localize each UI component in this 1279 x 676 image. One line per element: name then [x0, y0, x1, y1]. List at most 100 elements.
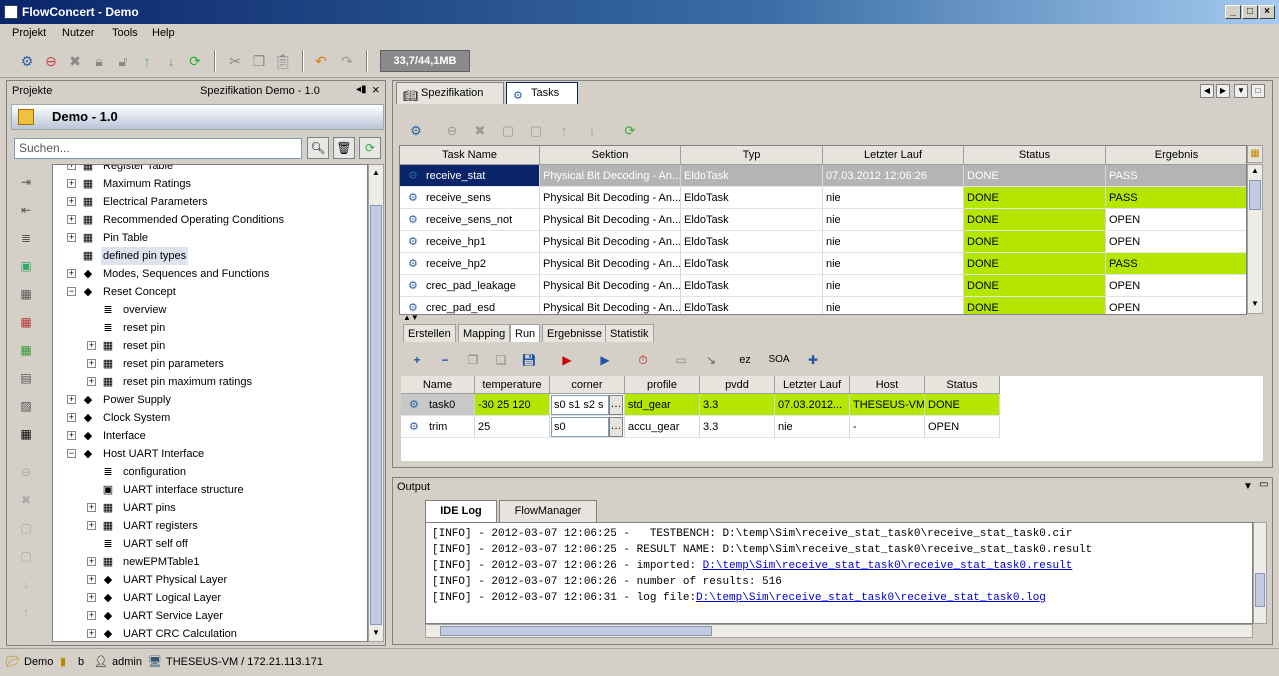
scroll-up-icon[interactable]: ▲	[370, 166, 382, 180]
run-selected-icon[interactable]: ▶	[595, 350, 615, 370]
tree-item[interactable]: ▣ UART interface structure	[53, 481, 367, 499]
close-panel-icon[interactable]: ×	[372, 82, 380, 97]
copy-icon[interactable]: ❐	[463, 350, 483, 370]
paste-icon[interactable]: ❏	[491, 350, 511, 370]
move-down-icon[interactable]: ↓	[162, 52, 180, 70]
tree-item[interactable]: + ▦ Register Table	[53, 165, 367, 175]
menu-tools[interactable]: Tools	[112, 27, 138, 39]
tree-item[interactable]: + ◆ UART Physical Layer	[53, 571, 367, 589]
column-header[interactable]: Name	[401, 376, 475, 394]
expand-icon[interactable]: +	[87, 359, 96, 368]
column-header[interactable]: corner	[550, 376, 625, 394]
export-icon[interactable]: ↘	[701, 350, 721, 370]
corner-input[interactable]: s0 s1 s2 s	[551, 395, 609, 415]
expand-icon[interactable]: +	[87, 611, 96, 620]
expand-icon[interactable]: −	[67, 287, 76, 296]
unlock-icon[interactable]: 🔓︎	[114, 52, 132, 70]
menu-projekt[interactable]: Projekt	[12, 27, 46, 39]
maximize-button[interactable]: □	[1242, 5, 1258, 19]
minimize-panel-icon[interactable]: ▭	[1259, 479, 1268, 490]
lock-icon[interactable]: ▢	[17, 519, 35, 537]
undo-icon[interactable]: ↶	[312, 52, 330, 70]
move-down-icon[interactable]: ↓	[17, 575, 35, 593]
soa-button[interactable]: SOA	[765, 350, 793, 370]
memory-indicator[interactable]: 33,7/44,1MB	[380, 50, 470, 72]
new-task-icon[interactable]: ⚙	[407, 122, 425, 140]
redo-icon[interactable]: ↷	[338, 52, 356, 70]
remove-icon[interactable]: −	[435, 350, 455, 370]
scroll-thumb[interactable]	[440, 626, 712, 636]
expand-icon[interactable]: +	[67, 197, 76, 206]
table-row[interactable]: receive_sens ⚙ Physical Bit Decoding - An.…	[400, 187, 1246, 209]
table-add-icon[interactable]: ▦	[17, 285, 35, 303]
delete-icon[interactable]: ✖	[66, 52, 84, 70]
tree-item[interactable]: + ▦ reset pin	[53, 337, 367, 355]
tree-item[interactable]: + ◆ Power Supply	[53, 391, 367, 409]
delete-icon[interactable]: ✖	[17, 491, 35, 509]
unlock-icon[interactable]: ▢	[527, 122, 545, 140]
tree-item[interactable]: + ▦ UART registers	[53, 517, 367, 535]
column-header[interactable]: Host	[850, 376, 925, 394]
expand-icon[interactable]: +	[67, 233, 76, 242]
column-header[interactable]: Status	[964, 146, 1106, 165]
expand-icon[interactable]: +	[87, 575, 96, 584]
run-cell-corner[interactable]: s0…	[550, 416, 625, 438]
search-input[interactable]: Suchen...	[14, 138, 302, 159]
subtab-run[interactable]: Run	[510, 324, 541, 342]
paste-icon[interactable]: 📋︎	[274, 52, 292, 70]
log-link[interactable]: D:\temp\Sim\receive_stat_task0\receive_s…	[696, 592, 1046, 604]
column-header[interactable]: pvdd	[700, 376, 775, 394]
table-row[interactable]: receive_hp1 ⚙ Physical Bit Decoding - An..…	[400, 231, 1246, 253]
refresh-icon[interactable]: ⟳	[359, 137, 381, 159]
log-horizontal-scrollbar[interactable]	[425, 624, 1253, 638]
tree-item[interactable]: + ◆ UART Service Layer	[53, 607, 367, 625]
tree-item[interactable]: + ▦ Electrical Parameters	[53, 193, 367, 211]
tree-item[interactable]: + ◆ Interface	[53, 427, 367, 445]
tree-item[interactable]: − ◆ Host UART Interface	[53, 445, 367, 463]
tasks-scrollbar[interactable]: ▲ ▼	[1247, 164, 1263, 314]
expand-icon[interactable]: +	[87, 503, 96, 512]
tree-item[interactable]: + ◆ Modes, Sequences and Functions	[53, 265, 367, 283]
corner-browse-button[interactable]: …	[609, 417, 623, 437]
column-header[interactable]: temperature	[475, 376, 550, 394]
refresh-icon[interactable]: ⟳	[621, 122, 639, 140]
column-header[interactable]: Status	[925, 376, 1000, 394]
move-up-icon[interactable]: ↑	[555, 122, 573, 140]
table-row[interactable]: crec_pad_esd ⚙ Physical Bit Decoding - An.…	[400, 297, 1246, 314]
table-row[interactable]: crec_pad_leakage ⚙ Physical Bit Decoding -…	[400, 275, 1246, 297]
table-row[interactable]: receive_hp2 ⚙ Physical Bit Decoding - An..…	[400, 253, 1246, 275]
move-up-icon[interactable]: ↑	[17, 603, 35, 621]
tab-list-icon[interactable]: ▼	[1234, 84, 1248, 98]
tab-ide-log[interactable]: IDE Log	[425, 500, 497, 522]
matrix-icon[interactable]: ✚	[803, 350, 823, 370]
column-header[interactable]: Ergebnis	[1106, 146, 1246, 165]
column-header[interactable]: Letzter Lauf	[775, 376, 850, 394]
expand-icon[interactable]: +	[67, 395, 76, 404]
tab-tasks[interactable]: ⚙ Tasks	[506, 82, 578, 104]
expand-icon[interactable]: +	[67, 165, 76, 170]
column-chooser-icon[interactable]: ▦	[1247, 145, 1263, 163]
tree-item[interactable]: + ▦ newEPMTable1	[53, 553, 367, 571]
column-header[interactable]: Sektion	[540, 146, 681, 165]
document-icon[interactable]: ▭	[671, 350, 691, 370]
add-icon[interactable]: +	[407, 350, 427, 370]
table-row[interactable]: receive_sens_not ⚙ Physical Bit Decoding -…	[400, 209, 1246, 231]
indent-icon[interactable]: ⇥	[17, 173, 35, 191]
save-icon[interactable]: 💾︎	[519, 350, 539, 370]
expand-icon[interactable]: +	[67, 413, 76, 422]
expand-icon[interactable]: +	[87, 341, 96, 350]
grid-icon[interactable]: ▦	[17, 425, 35, 443]
corner-input[interactable]: s0	[551, 417, 609, 437]
image-icon[interactable]: ▣	[17, 257, 35, 275]
tree-item[interactable]: − ◆ Reset Concept	[53, 283, 367, 301]
expand-icon[interactable]: +	[87, 521, 96, 530]
lock-icon[interactable]: 🔒︎	[90, 52, 108, 70]
tree-item[interactable]: + ▦ Recommended Operating Conditions	[53, 211, 367, 229]
remove-icon[interactable]: ⊖	[17, 463, 35, 481]
lock-icon[interactable]: ▢	[499, 122, 517, 140]
menu-help[interactable]: Help	[152, 27, 175, 39]
splitter-icon[interactable]: ▲▼	[403, 313, 419, 322]
tab-next-icon[interactable]: ▶	[1216, 84, 1230, 98]
cut-icon[interactable]: ✂	[226, 52, 244, 70]
scroll-thumb[interactable]	[1249, 180, 1261, 210]
